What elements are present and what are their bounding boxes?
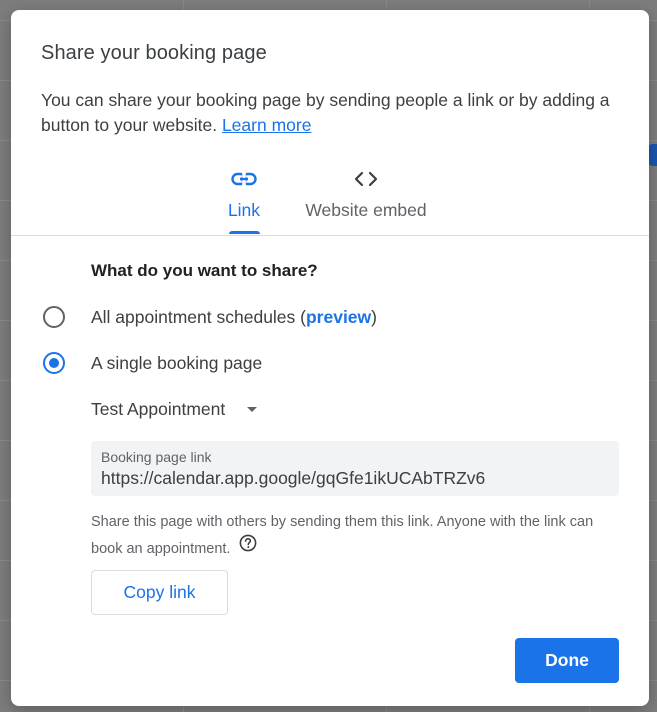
description-text: You can share your booking page by sendi… (41, 90, 610, 135)
booking-link-caption: Booking page link (101, 449, 212, 465)
all-schedules-label: All appointment schedules (preview) (91, 307, 377, 328)
preview-link[interactable]: preview (306, 307, 371, 327)
share-question: What do you want to share? (91, 261, 318, 280)
dialog-description: You can share your booking page by sendi… (41, 88, 621, 138)
radio-single-booking-page[interactable] (43, 352, 65, 374)
radio-all-schedules[interactable] (43, 306, 65, 328)
option-all-schedules[interactable]: All appointment schedules (preview) (43, 303, 377, 331)
active-tab-indicator (229, 231, 260, 234)
helper-text: Share this page with others by sending t… (91, 509, 626, 563)
dialog-title: Share your booking page (41, 42, 267, 64)
dropdown-arrow-icon (247, 406, 258, 412)
code-icon (297, 166, 435, 192)
done-button[interactable]: Done (515, 638, 619, 683)
tab-website-embed-label: Website embed (305, 200, 427, 220)
tabs-divider (11, 235, 649, 236)
appointment-select[interactable]: Test Appointment (91, 396, 258, 422)
booking-link-field[interactable]: Booking page link https://calendar.app.g… (91, 441, 619, 496)
share-tabs: Link Website embed (11, 166, 649, 236)
all-schedules-text: All appointment schedules ( (91, 306, 306, 327)
tab-link[interactable]: Link (221, 166, 267, 236)
tab-link-label: Link (227, 200, 261, 220)
helper-text-content: Share this page with others by sending t… (91, 514, 594, 557)
learn-more-link[interactable]: Learn more (222, 115, 312, 135)
help-icon[interactable] (239, 534, 257, 562)
share-booking-dialog: Share your booking page You can share yo… (11, 10, 649, 706)
single-booking-page-label: A single booking page (91, 352, 263, 373)
copy-link-button[interactable]: Copy link (91, 570, 228, 615)
tab-website-embed[interactable]: Website embed (297, 166, 435, 236)
appointment-select-value: Test Appointment (91, 398, 226, 419)
option-single-booking-page[interactable]: A single booking page (43, 349, 262, 377)
link-icon (221, 166, 267, 192)
booking-link-url[interactable]: https://calendar.app.google/gqGfe1ikUCAb… (101, 466, 609, 490)
all-schedules-suffix: ) (371, 306, 377, 327)
